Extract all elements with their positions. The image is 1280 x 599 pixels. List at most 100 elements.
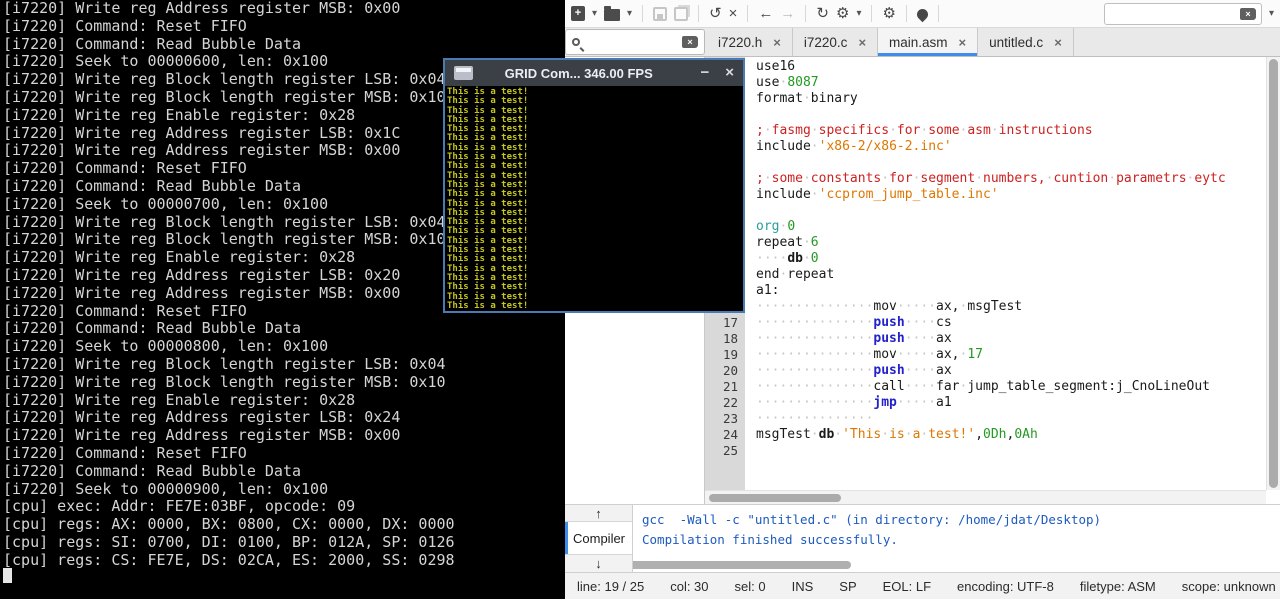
terminal-line: [i7220] Seek to 00000900, len: 0x100	[0, 481, 565, 499]
code-line: include·'ccprom_jump_table.inc'	[756, 187, 1266, 203]
new-document-caret[interactable]: ▾	[592, 8, 597, 19]
tab-bar: × i7220.h×i7220.c×main.asm×untitled.c×	[565, 28, 1280, 57]
terminal-line: [i7220] Command: Reset FIFO	[0, 445, 565, 463]
status-bar: line: 19 / 25col: 30sel: 0INSSPEOL: LFen…	[565, 572, 1280, 599]
build-caret[interactable]: ▾	[856, 8, 861, 19]
toolbar-separator	[698, 5, 699, 22]
terminal-line: [cpu] regs: AX: 0000, BX: 0800, CX: 0000…	[0, 516, 565, 534]
line-number: 19	[705, 347, 738, 363]
code-line: ···············call····far·jump_table_se…	[756, 379, 1266, 395]
terminal-line: [i7220] Write reg Address register LSB: …	[0, 409, 565, 427]
code-line: format·binary	[756, 91, 1266, 107]
terminal-line: [i7220] Command: Read Bubble Data	[0, 320, 565, 338]
message-panel-tabs: ↑ Compiler ↓	[565, 505, 633, 573]
close-document-button[interactable]: ×	[729, 6, 738, 21]
tab-compiler[interactable]: Compiler	[565, 522, 632, 554]
grid-output-line: This is a test!	[447, 302, 743, 311]
code-line: ···············mov·····ax,·msgTest	[756, 299, 1266, 315]
tab-i7220.c[interactable]: i7220.c×	[793, 28, 878, 56]
terminal-line: [i7220] Seek to 00000800, len: 0x100	[0, 338, 565, 356]
minimize-icon[interactable]: −	[700, 60, 709, 86]
compiler-output: gcc -Wall -c "untitled.c" (in directory:…	[633, 505, 1280, 572]
build-button[interactable]: ⚙	[836, 6, 849, 21]
revert-button[interactable]: ↺	[709, 6, 722, 21]
goto-line-entry[interactable]: ×	[1104, 3, 1262, 25]
code-line: ···············push····ax	[756, 363, 1266, 379]
scroll-up-icon[interactable]: ↑	[565, 505, 632, 522]
open-document-caret[interactable]: ▾	[627, 8, 632, 19]
tab-main.asm[interactable]: main.asm ×	[878, 28, 978, 56]
tab-close-icon[interactable]: ×	[858, 35, 866, 50]
status-encoding: encoding: UTF-8	[957, 579, 1054, 594]
search-input[interactable]: ×	[565, 29, 705, 55]
code-line: a1:	[756, 283, 1266, 299]
save-button[interactable]	[653, 7, 667, 21]
line-number: 20	[705, 363, 738, 379]
terminal-line: [cpu] exec: Addr: FE7E:03BF, opcode: 09	[0, 498, 565, 516]
search-clear-icon[interactable]: ×	[682, 36, 698, 48]
status-col: col: 30	[670, 579, 708, 594]
status-filetype: filetype: ASM	[1080, 579, 1156, 594]
tab-label: main.asm	[889, 35, 948, 50]
execute-button[interactable]: ⚙	[882, 6, 895, 21]
vertical-scrollbar-thumb[interactable]	[1269, 59, 1278, 488]
code-line: ;·some·constants·for·segment·numbers,·cu…	[756, 171, 1266, 187]
code-line: ···············mov·····ax,·17	[756, 347, 1266, 363]
tab-close-icon[interactable]: ×	[959, 35, 967, 50]
horizontal-scrollbar[interactable]	[705, 490, 1266, 504]
status-indent-mode: SP	[839, 579, 856, 594]
code-line	[756, 203, 1266, 219]
close-icon[interactable]: ×	[725, 60, 734, 86]
status-line: line: 19 / 25	[577, 579, 644, 594]
terminal-cursor	[3, 568, 12, 583]
compiler-output-line: gcc -Wall -c "untitled.c" (in directory:…	[642, 510, 1280, 530]
compile-button[interactable]: ↻	[816, 6, 829, 21]
compiler-output-line: Compilation finished successfully.	[642, 530, 1280, 550]
code-area[interactable]: use16use·8087format·binary ;·fasmg·speci…	[745, 57, 1266, 490]
code-line	[756, 155, 1266, 171]
toolbar-separator	[747, 5, 748, 22]
document-tabs: i7220.h×i7220.c×main.asm×untitled.c×	[707, 28, 1074, 56]
search-icon	[572, 38, 580, 46]
toolbar-overflow-caret[interactable]: ▾	[1269, 8, 1274, 19]
tab-i7220.h[interactable]: i7220.h×	[707, 28, 793, 56]
open-document-button[interactable]	[604, 9, 620, 21]
line-number: 23	[705, 411, 738, 427]
code-line: ···············push····cs	[756, 315, 1266, 331]
grid-com-window[interactable]: GRID Com... 346.00 FPS − × This is a tes…	[443, 58, 745, 313]
tab-untitled.c[interactable]: untitled.c×	[978, 28, 1074, 56]
entry-clear-icon[interactable]: ×	[1240, 8, 1256, 20]
terminal-line: [cpu] regs: CS: FE7E, DS: 02CA, ES: 2000…	[0, 552, 565, 570]
code-line: ···············	[756, 411, 1266, 427]
toolbar: + ▾ ▾ ↺ × ← → ↻ ⚙ ▾ ⚙ × ▾	[565, 0, 1280, 28]
tab-close-icon[interactable]: ×	[773, 35, 781, 50]
grid-com-titlebar[interactable]: GRID Com... 346.00 FPS − ×	[445, 60, 743, 86]
line-number: 22	[705, 395, 738, 411]
compiler-scrollbar[interactable]	[633, 560, 1278, 570]
nav-forward-button[interactable]: →	[780, 6, 795, 21]
terminal-line: [i7220] Write reg Enable register: 0x28	[0, 392, 565, 410]
code-line: use·8087	[756, 75, 1266, 91]
status-eol: EOL: LF	[883, 579, 931, 594]
horizontal-scrollbar-thumb[interactable]	[709, 494, 841, 502]
terminal-line: [i7220] Command: Reset FIFO	[0, 18, 565, 36]
code-line: end·repeat	[756, 267, 1266, 283]
toolbar-separator	[938, 5, 939, 22]
line-number: 24	[705, 427, 738, 443]
nav-back-button[interactable]: ←	[758, 6, 773, 21]
vertical-scrollbar[interactable]	[1266, 57, 1280, 490]
compiler-scrollbar-thumb[interactable]	[633, 561, 851, 569]
terminal-line: [cpu] regs: SI: 0700, DI: 0100, BP: 012A…	[0, 534, 565, 552]
terminal-line: [i7220] Write reg Address register MSB: …	[0, 427, 565, 445]
line-number: 25	[705, 443, 738, 459]
scroll-down-icon[interactable]: ↓	[565, 554, 632, 571]
tab-close-icon[interactable]: ×	[1054, 35, 1062, 50]
new-document-button[interactable]: +	[571, 6, 585, 21]
terminal-line: [i7220] Command: Read Bubble Data	[0, 36, 565, 54]
save-all-button[interactable]	[674, 7, 688, 21]
toolbar-separator	[805, 5, 806, 22]
code-line	[756, 107, 1266, 123]
color-chooser-button[interactable]	[915, 7, 931, 23]
code-line: ····db·0	[756, 251, 1266, 267]
grid-com-output: This is a test!This is a test!This is a …	[445, 86, 743, 311]
